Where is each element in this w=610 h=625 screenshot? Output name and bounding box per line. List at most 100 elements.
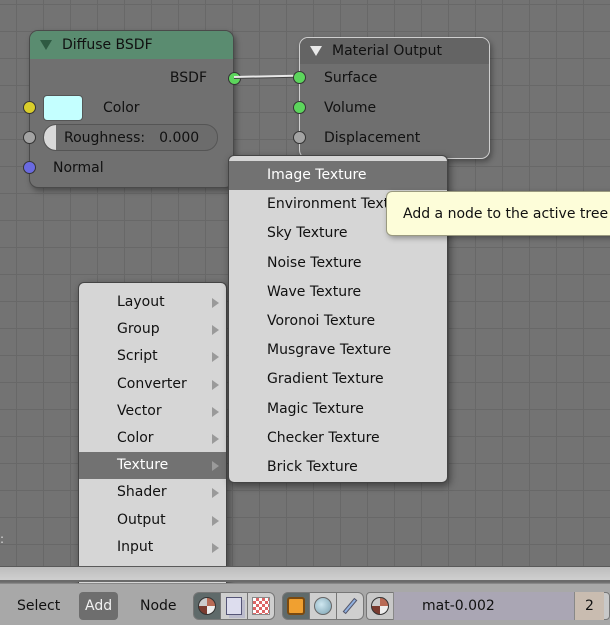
color-label: Color [103, 100, 140, 116]
node-header[interactable]: Diffuse BSDF [30, 31, 233, 59]
node-header[interactable]: Material Output [300, 38, 489, 64]
bsdf-output-label: BSDF [169, 70, 207, 86]
material-output-node[interactable]: Material Output Surface Volume Displacem… [293, 37, 490, 159]
menu-item-label: Sky Texture [267, 225, 348, 242]
menu-item-label: Input [117, 538, 154, 555]
line-style-icon [342, 597, 358, 615]
menu-item-label: Brick Texture [267, 458, 358, 475]
world-shader-button[interactable] [309, 592, 337, 620]
object-icon [287, 597, 305, 615]
menu-item-label: Output [117, 511, 166, 528]
menu-item-label: Image Texture [267, 167, 367, 183]
diffuse-bsdf-node[interactable]: Diffuse BSDF BSDF Color Roughness: 0.000… [23, 30, 241, 188]
menu-item-label: Group [117, 321, 160, 338]
menu-item-texture[interactable]: Texture [79, 452, 226, 480]
menu-item-label: Script [117, 348, 158, 365]
roughness-label: Roughness: [64, 129, 146, 146]
volume-input-socket[interactable] [293, 101, 306, 114]
color-input-socket[interactable] [23, 101, 36, 114]
normal-input-socket[interactable] [23, 161, 36, 174]
texture-nodes-icon [252, 597, 270, 615]
roughness-value: 0.000 [159, 129, 200, 146]
compositing-nodes-icon [226, 597, 242, 615]
displacement-label: Displacement [324, 130, 421, 146]
bsdf-output-socket[interactable] [228, 72, 241, 85]
menu-item-image-texture[interactable]: Image Texture [229, 161, 447, 191]
volume-label: Volume [324, 100, 377, 116]
menu-item-label: Converter [117, 375, 187, 392]
menu-item-noise-texture[interactable]: Noise Texture [229, 249, 447, 278]
tooltip-text: Add a node to the active tree [403, 206, 609, 222]
compositing-nodes-button[interactable] [220, 592, 248, 620]
submenu-arrow-icon [212, 406, 219, 417]
menu-item-script[interactable]: Script [79, 343, 226, 370]
menu-item-label: Magic Texture [267, 400, 364, 417]
tooltip: Add a node to the active tree [386, 191, 610, 236]
material-name-field[interactable]: mat-0.002 [393, 592, 574, 620]
menu-item-color[interactable]: Color [79, 425, 226, 452]
menu-item-magic-texture[interactable]: Magic Texture [229, 395, 447, 424]
select-menu[interactable]: Select [11, 592, 66, 620]
world-icon [314, 597, 332, 615]
submenu-arrow-icon [212, 433, 219, 444]
collapse-triangle-icon[interactable] [310, 46, 322, 56]
node-editor-header: Select Add Node ▲▼ mat-0.002 2 [0, 583, 610, 625]
node-link-wire [233, 74, 301, 78]
texture-nodes-button[interactable] [247, 592, 275, 620]
node-menu[interactable]: Node [134, 592, 183, 620]
horizontal-scrollbar[interactable] [0, 566, 610, 582]
menu-item-musgrave-texture[interactable]: Musgrave Texture [229, 336, 447, 365]
add-menu-button[interactable]: Add [79, 592, 119, 620]
submenu-arrow-icon [212, 542, 219, 553]
surface-input-socket[interactable] [293, 71, 306, 84]
color-swatch[interactable] [43, 95, 83, 121]
menu-item-label: Musgrave Texture [267, 342, 392, 359]
menu-item-checker-texture[interactable]: Checker Texture [229, 424, 447, 453]
menu-item-brick-texture[interactable]: Brick Texture [229, 453, 447, 482]
edge-text: : [0, 532, 5, 546]
menu-item-shader[interactable]: Shader [79, 479, 226, 506]
menu-item-gradient-texture[interactable]: Gradient Texture [229, 365, 447, 394]
submenu-arrow-icon [212, 461, 219, 472]
add-menu: Layout Group Script Converter Vector Col… [78, 282, 227, 592]
menu-item-output[interactable]: Output [79, 507, 226, 534]
roughness-input-socket[interactable] [23, 131, 36, 144]
material-user-count[interactable]: 2 [574, 592, 604, 620]
menu-item-label: Noise Texture [267, 254, 362, 271]
node-title: Diffuse BSDF [62, 37, 153, 53]
line-style-button[interactable] [336, 592, 364, 620]
collapse-triangle-icon[interactable] [40, 40, 52, 50]
menu-item-label: Layout [117, 294, 165, 310]
submenu-arrow-icon [212, 325, 219, 336]
menu-item-label: Color [117, 429, 154, 446]
menu-item-label: Voronoi Texture [267, 312, 376, 329]
menu-item-label: Checker Texture [267, 429, 380, 446]
submenu-arrow-icon [212, 515, 219, 526]
submenu-arrow-icon [212, 379, 219, 390]
displacement-input-socket[interactable] [293, 131, 306, 144]
roughness-slider[interactable]: Roughness: 0.000 [43, 124, 218, 151]
normal-label: Normal [53, 160, 104, 176]
submenu-arrow-icon [212, 352, 219, 363]
node-title: Material Output [332, 43, 442, 59]
object-shader-button[interactable] [282, 592, 310, 620]
menu-item-label: Shader [117, 484, 167, 501]
menu-item-layout[interactable]: Layout [79, 289, 226, 316]
material-browse-button[interactable] [368, 593, 392, 619]
submenu-arrow-icon [212, 298, 219, 308]
menu-item-input[interactable]: Input [79, 534, 226, 561]
menu-item-label: Gradient Texture [267, 371, 384, 388]
surface-label: Surface [324, 70, 378, 86]
menu-item-label: Texture [117, 457, 169, 474]
menu-item-label: Vector [117, 402, 162, 419]
shader-nodes-button[interactable] [193, 592, 221, 620]
shader-nodes-icon [198, 597, 216, 615]
material-icon [371, 597, 389, 615]
submenu-arrow-icon [212, 488, 219, 499]
menu-item-converter[interactable]: Converter [79, 371, 226, 398]
menu-item-label: Wave Texture [267, 283, 362, 300]
menu-item-voronoi-texture[interactable]: Voronoi Texture [229, 307, 447, 336]
menu-item-vector[interactable]: Vector [79, 398, 226, 425]
menu-item-group[interactable]: Group [79, 316, 226, 343]
menu-item-wave-texture[interactable]: Wave Texture [229, 278, 447, 307]
